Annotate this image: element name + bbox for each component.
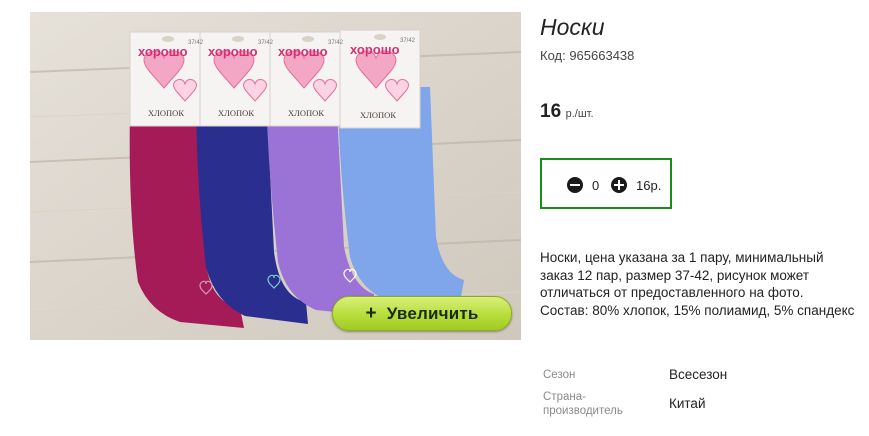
photo-size-2: 37/42 — [258, 40, 274, 46]
socks-illustration: хорошо хорошо хорошо хорошо ХЛОПОК ХЛОПО… — [30, 12, 521, 340]
price-unit: р./шт. — [565, 108, 594, 120]
product-code: Код: 965663438 — [540, 48, 635, 63]
quantity-sum: 16р. — [636, 178, 662, 193]
photo-brand-1: хорошо — [138, 44, 188, 59]
attribute-label-country: Страна-производитель — [543, 391, 623, 417]
photo-size-1: 37/42 — [188, 40, 204, 46]
photo-size-3: 37/42 — [328, 40, 344, 46]
photo-brand-3: хорошо — [278, 44, 328, 59]
attribute-value-country: Китай — [669, 396, 706, 411]
photo-brand-2: хорошо — [208, 44, 258, 59]
minus-icon[interactable] — [567, 177, 583, 193]
photo-material-2: ХЛОПОК — [218, 108, 254, 118]
photo-material-3: ХЛОПОК — [288, 108, 324, 118]
photo-size-4: 37/42 — [400, 38, 416, 44]
quantity-value: 0 — [592, 178, 600, 193]
product-price: 16 р./шт. — [540, 101, 594, 123]
attribute-label-season: Сезон — [543, 369, 576, 381]
product-description: Носки, цена указана за 1 пару, минимальн… — [540, 250, 855, 318]
attribute-value-season: Всесезон — [669, 367, 728, 382]
plus-icon: + — [365, 302, 377, 324]
product-title: Носки — [540, 14, 605, 40]
zoom-button-label: Увеличить — [386, 303, 479, 323]
zoom-button[interactable]: + Увеличить — [332, 296, 512, 331]
product-photo[interactable]: хорошо хорошо хорошо хорошо ХЛОПОК ХЛОПО… — [30, 12, 521, 340]
photo-brand-4: хорошо — [350, 42, 400, 57]
photo-material-1: ХЛОПОК — [148, 108, 184, 118]
photo-material-4: ХЛОПОК — [360, 110, 396, 120]
quantity-stepper: 0 16р. — [540, 158, 672, 209]
plus-circle-icon[interactable] — [611, 177, 627, 193]
price-value: 16 — [540, 101, 562, 122]
